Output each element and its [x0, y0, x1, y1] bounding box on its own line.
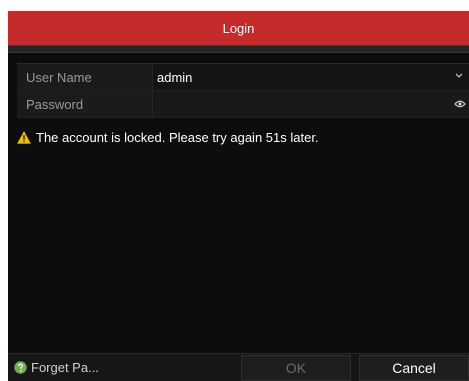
title-divider [8, 46, 469, 53]
warning-icon [17, 131, 31, 144]
ok-button[interactable]: OK [241, 355, 351, 381]
dialog-titlebar: Login [8, 11, 469, 46]
user-name-select[interactable]: admin [153, 64, 469, 90]
cancel-button[interactable]: Cancel [359, 355, 469, 381]
forget-password-link[interactable]: Forget Pa... [14, 360, 99, 375]
help-icon [14, 361, 27, 374]
lockout-warning: The account is locked. Please try again … [17, 130, 319, 145]
password-row: Password [17, 91, 469, 118]
user-name-row: User Name admin [17, 63, 469, 91]
eye-icon[interactable] [454, 99, 466, 109]
login-dialog: Login User Name admin Password The accou… [8, 11, 469, 381]
login-form: User Name admin Password [17, 63, 469, 118]
password-field[interactable] [153, 91, 469, 117]
user-name-label: User Name [17, 64, 153, 90]
dialog-title: Login [222, 20, 255, 36]
dialog-footer: Forget Pa... OK Cancel [8, 353, 469, 381]
user-name-value: admin [157, 69, 193, 85]
password-label: Password [17, 91, 153, 117]
warning-message: The account is locked. Please try again … [36, 130, 319, 145]
chevron-down-icon[interactable] [454, 70, 464, 80]
forget-password-label: Forget Pa... [31, 360, 99, 375]
